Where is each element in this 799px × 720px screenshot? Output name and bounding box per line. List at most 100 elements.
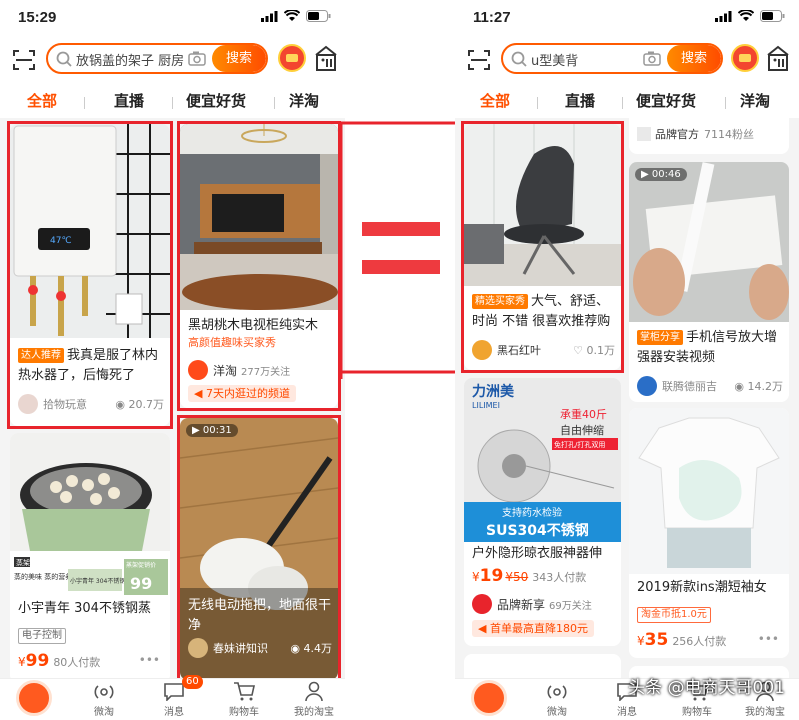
category-tabs: 全部 直播 便宜好货 洋淘 (0, 84, 345, 118)
left-phone-screen: 15:29 放锅盖的架子 厨房 搜索 全部 直播 便宜好货 洋淘 47℃ 达人推… (0, 0, 345, 720)
feed-card-clothes-rack[interactable]: 力洲美 LILIMEI 承重40斤 自由伸缩 免打孔/打孔双用 支持药水检验 S… (464, 378, 621, 646)
svg-text:自由伸缩: 自由伸缩 (560, 423, 604, 437)
follower-count: 69万关注 (549, 600, 592, 612)
card-title: 2019新款ins潮短袖女 (637, 580, 767, 595)
price: ¥19 ¥50 343人付款 (472, 566, 587, 586)
card-title: 掌柜分享 手机信号放大增强器安装视频 (637, 330, 778, 365)
right-phone-screen: 11:27 u型美背 搜索 全部 直播 便宜好货 洋淘 精选买家秀 大气、舒适、… (455, 0, 799, 720)
mascot-icon[interactable] (731, 44, 759, 72)
coin-discount-tag: 淘金币抵1.0元 (637, 607, 711, 623)
svg-text:LILIMEI: LILIMEI (472, 401, 500, 410)
price: ¥35 256人付款 (637, 630, 727, 650)
clothes-rack-image: 力洲美 LILIMEI 承重40斤 自由伸缩 免打孔/打孔双用 支持药水检验 S… (464, 378, 621, 542)
search-input[interactable]: 放锅盖的架子 厨房 搜索 (46, 43, 268, 74)
wifi-icon (738, 10, 754, 21)
svg-text:99: 99 (130, 574, 152, 593)
tab-live[interactable]: 直播 (114, 90, 144, 111)
highlight-box (177, 415, 341, 683)
router-video-thumbnail (629, 162, 789, 322)
svg-text:力洲美: 力洲美 (472, 383, 515, 400)
search-input[interactable]: u型美背 搜索 (501, 43, 723, 74)
tab-all[interactable]: 全部 (480, 90, 510, 111)
avatar[interactable] (637, 376, 657, 396)
svg-text:承重40斤: 承重40斤 (560, 407, 607, 421)
scan-icon[interactable] (467, 48, 491, 72)
play-icon: ▶ (641, 169, 649, 180)
status-bar: 15:29 (0, 0, 345, 38)
brand-new-logo-icon[interactable] (472, 594, 492, 614)
search-bar-row: 放锅盖的架子 厨房 搜索 (0, 38, 345, 84)
shopkeeper-tag: 掌柜分享 (637, 330, 683, 345)
search-query: u型美背 (531, 54, 579, 69)
card-title: 小宇青年 304不锈钢蒸 (18, 601, 151, 616)
search-query: 放锅盖的架子 厨房 (76, 54, 185, 69)
live-icon (547, 685, 567, 699)
live-icon (94, 685, 114, 699)
search-button[interactable]: 搜索 (212, 45, 266, 72)
message-badge: 60 (182, 675, 203, 689)
more-options-icon[interactable]: ••• (139, 653, 160, 667)
equals-sign-top (362, 222, 440, 236)
feed-card-tshirt[interactable]: 2019新款ins潮短袖女 淘金币抵1.0元 ¥35 256人付款 ••• (629, 408, 789, 658)
search-icon (511, 51, 527, 67)
steamer-pot-image: 蒸架 蒸的美味 蒸的营养 小宇青年 304不锈钢蒸架 蒸架促销价 99 (10, 433, 170, 599)
equals-sign-bottom (362, 260, 440, 274)
status-time: 11:27 (473, 9, 511, 26)
search-bar-row: u型美背 搜索 (455, 38, 799, 84)
feed-card-brand-partial[interactable]: 品牌官方 7114粉丝 (629, 118, 789, 154)
megaphone-icon: ◀ (478, 622, 490, 635)
first-order-discount-pill[interactable]: ◀ 首单最高直降180元 (472, 620, 594, 637)
tab-cheap-goods[interactable]: 便宜好货 (186, 90, 246, 111)
signal-icon (261, 10, 278, 22)
search-button[interactable]: 搜索 (667, 45, 721, 72)
category-tabs: 全部 直播 便宜好货 洋淘 (455, 84, 799, 118)
scan-icon[interactable] (12, 48, 36, 72)
svg-text:SUS304不锈钢: SUS304不锈钢 (486, 522, 589, 539)
video-duration: ▶ 00:46 (635, 168, 687, 181)
home-rocket-icon[interactable] (16, 680, 52, 716)
tab-live[interactable]: 直播 (565, 90, 595, 111)
shop-icon[interactable] (765, 44, 791, 72)
nav-weitao[interactable]: 微淘 (74, 681, 134, 718)
tab-all[interactable]: 全部 (27, 90, 57, 111)
svg-text:蒸架促销价: 蒸架促销价 (126, 561, 156, 569)
feed-card-router[interactable]: ▶ 00:46 掌柜分享 手机信号放大增强器安装视频 联腾德丽吉 ◉ 14.2万 (629, 162, 789, 402)
card-title: 户外隐形晾衣服神器伸 (472, 546, 603, 561)
nav-weitao[interactable]: 微淘 (527, 681, 587, 718)
tab-yangtao[interactable]: 洋淘 (289, 90, 319, 111)
status-bar: 11:27 (455, 0, 799, 38)
price: ¥99 80人付款 (18, 651, 101, 671)
watermark: 头条 @电商天哥001 (628, 678, 785, 698)
more-options-icon[interactable]: ••• (758, 632, 779, 646)
author-name[interactable]: 品牌新享 (497, 596, 545, 613)
svg-text:免打孔/打孔双用: 免打孔/打孔双用 (554, 440, 605, 449)
status-time: 15:29 (18, 9, 57, 26)
signal-icon (715, 10, 732, 22)
home-rocket-icon[interactable] (471, 680, 507, 716)
tab-cheap-goods[interactable]: 便宜好货 (636, 90, 696, 111)
svg-text:支持药水检验: 支持药水检验 (502, 506, 562, 519)
view-count: 14.2万 (747, 380, 784, 393)
tshirt-image (629, 408, 789, 574)
feed-card-steamer[interactable]: 蒸架 蒸的美味 蒸的营养 小宇青年 304不锈钢蒸架 蒸架促销价 99 小宇青年… (10, 433, 170, 683)
brand-logo-icon (637, 127, 651, 141)
camera-icon[interactable] (643, 51, 661, 66)
tab-yangtao[interactable]: 洋淘 (740, 90, 770, 111)
author-name[interactable]: 品牌官方 (655, 126, 699, 142)
author-name[interactable]: 联腾德丽吉 (662, 378, 717, 394)
cart-icon (234, 682, 255, 701)
feature-tag: 电子控制 (18, 628, 66, 644)
shop-icon[interactable] (313, 44, 339, 72)
bottom-nav: 微淘 消息 60 购物车 我的淘宝 (0, 675, 345, 720)
mascot-icon[interactable] (278, 44, 306, 72)
connector-line (339, 121, 459, 379)
eye-icon: ◉ (734, 379, 748, 393)
search-icon (56, 51, 72, 67)
battery-icon (306, 10, 331, 22)
nav-cart[interactable]: 购物车 (214, 681, 274, 718)
nav-my-taobao[interactable]: 我的淘宝 (284, 681, 344, 718)
highlight-box (177, 121, 341, 411)
svg-text:蒸架: 蒸架 (16, 558, 30, 567)
camera-icon[interactable] (188, 51, 206, 66)
highlight-box (461, 121, 624, 373)
